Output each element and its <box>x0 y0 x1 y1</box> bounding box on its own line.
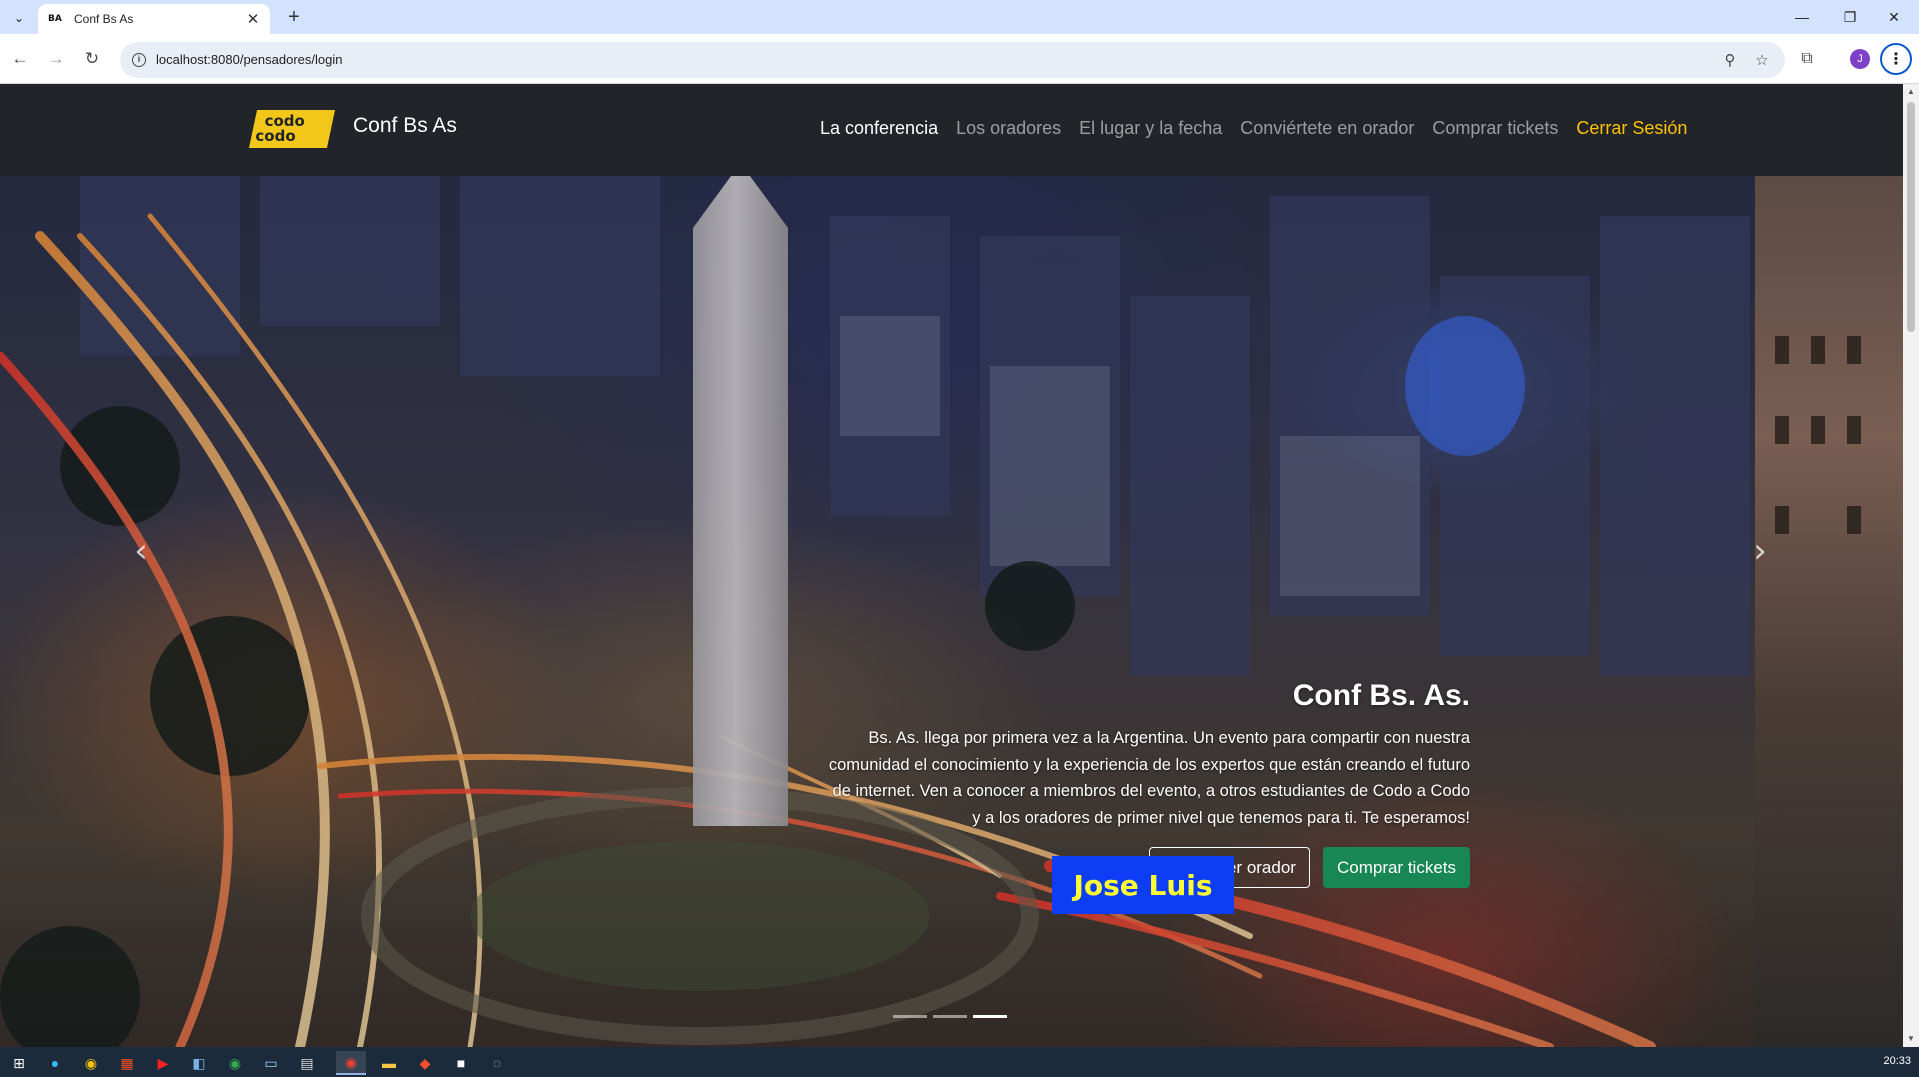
nav-link-lugar-fecha[interactable]: El lugar y la fecha <box>1079 118 1222 139</box>
tab-title: Conf Bs As <box>74 12 134 26</box>
restore-icon[interactable]: ❐ <box>1828 4 1872 30</box>
kebab-menu-icon[interactable]: ⋮ <box>1880 43 1912 75</box>
window-shape <box>1847 506 1861 534</box>
scroll-down-icon[interactable]: ▼ <box>1903 1031 1919 1047</box>
carousel-indicator[interactable] <box>893 1015 927 1018</box>
reload-icon[interactable]: ↻ <box>80 47 104 71</box>
window-shape <box>1847 416 1861 444</box>
logged-user-badge: Jose Luis <box>1052 856 1234 914</box>
chevron-down-icon[interactable]: ⌄ <box>8 7 30 29</box>
favicon-icon: BA <box>48 14 62 24</box>
carousel-indicator-active[interactable] <box>973 1015 1007 1018</box>
web-page: codo codo Conf Bs As La conferencia Los … <box>0 84 1903 1047</box>
puzzle-icon[interactable]: ⧉ <box>1795 47 1819 71</box>
logo-text: codo <box>255 127 296 145</box>
zoom-icon[interactable]: ⚲ <box>1720 50 1740 70</box>
avatar[interactable]: J <box>1850 49 1870 69</box>
chrome-icon[interactable]: ◉ <box>220 1051 250 1075</box>
url-text[interactable]: localhost:8080/pensadores/login <box>156 52 342 67</box>
chrome-icon[interactable]: ◉ <box>76 1051 106 1075</box>
store-icon[interactable]: ▦ <box>112 1051 142 1075</box>
address-bar[interactable]: i localhost:8080/pensadores/login ⚲ ☆ <box>120 42 1785 78</box>
app-icon[interactable]: ◌ <box>482 1051 512 1075</box>
windows-taskbar: ⊞ ● ◉ ▦ ▶ ◧ ◉ ▭ ▤ ◉ ▬ ◆ ■ ◌ 20:33 <box>0 1047 1919 1077</box>
plus-icon[interactable]: + <box>282 7 306 29</box>
app-icon[interactable]: ◧ <box>184 1051 214 1075</box>
browser-toolbar: ← → ↻ i localhost:8080/pensadores/login … <box>0 34 1919 84</box>
youtube-icon[interactable]: ▶ <box>148 1051 178 1075</box>
star-icon[interactable]: ☆ <box>1752 50 1772 70</box>
scrollbar-thumb[interactable] <box>1907 102 1915 332</box>
git-icon[interactable]: ◆ <box>410 1051 440 1075</box>
caption-text: Bs. As. llega por primera vez a la Argen… <box>828 729 1470 827</box>
edge-icon[interactable]: ● <box>40 1051 70 1075</box>
carousel-slide-image <box>0 176 1755 1047</box>
window-shape <box>1775 336 1789 364</box>
chevron-left-icon[interactable]: ‹ <box>126 534 156 574</box>
nav-link-ser-orador[interactable]: Conviértete en orador <box>1240 118 1414 139</box>
carousel-indicators <box>893 1015 1007 1018</box>
nav-link-oradores[interactable]: Los oradores <box>956 118 1061 139</box>
nav-link-comprar-tickets[interactable]: Comprar tickets <box>1432 118 1558 139</box>
browser-tabstrip: ⌄ BA Conf Bs As ✕ + — ❐ ✕ <box>0 0 1919 34</box>
codo-a-codo-logo[interactable]: codo codo <box>248 110 336 148</box>
page-scrollbar[interactable]: ▲ ▼ <box>1903 84 1919 1047</box>
window-shape <box>1811 336 1825 364</box>
window-shape <box>1811 416 1825 444</box>
carousel-next-slide-image <box>1755 176 1903 1047</box>
site-brand[interactable]: Conf Bs As <box>353 114 457 138</box>
minimize-icon[interactable]: — <box>1780 4 1824 30</box>
browser-tab[interactable]: BA Conf Bs As ✕ <box>38 4 270 34</box>
site-navbar: codo codo Conf Bs As La conferencia Los … <box>0 84 1903 176</box>
arrow-right-icon[interactable]: → <box>44 47 68 71</box>
window-shape <box>1847 336 1861 364</box>
info-icon[interactable]: i <box>132 53 146 67</box>
taskbar-clock[interactable]: 20:33 <box>1883 1055 1911 1067</box>
comprar-tickets-button[interactable]: Comprar tickets <box>1322 847 1470 888</box>
chevron-right-icon[interactable]: › <box>1745 534 1775 574</box>
carousel-indicator[interactable] <box>933 1015 967 1018</box>
file-explorer-icon[interactable]: ▬ <box>374 1051 404 1075</box>
nav-links: La conferencia Los oradores El lugar y l… <box>820 118 1687 139</box>
nav-link-conferencia[interactable]: La conferencia <box>820 118 938 139</box>
window-shape <box>1775 506 1789 534</box>
scroll-up-icon[interactable]: ▲ <box>1903 84 1919 100</box>
intellij-icon[interactable]: ■ <box>446 1051 476 1075</box>
close-icon[interactable]: ✕ <box>244 10 262 28</box>
caption-title: Conf Bs. As. <box>1292 679 1470 712</box>
chrome-icon[interactable]: ◉ <box>336 1051 366 1075</box>
calculator-icon[interactable]: ▤ <box>292 1051 322 1075</box>
arrow-left-icon[interactable]: ← <box>8 47 32 71</box>
remote-desktop-icon[interactable]: ▭ <box>256 1051 286 1075</box>
slide-overlay <box>0 176 1755 1047</box>
window-close-icon[interactable]: ✕ <box>1872 4 1916 30</box>
nav-link-cerrar-sesion[interactable]: Cerrar Sesión <box>1576 118 1687 139</box>
windows-start-icon[interactable]: ⊞ <box>4 1051 34 1075</box>
window-shape <box>1775 416 1789 444</box>
